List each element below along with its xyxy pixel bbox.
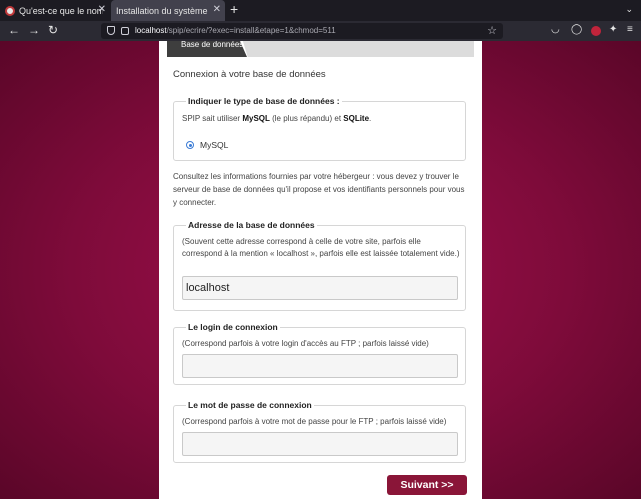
back-arrow-icon[interactable]: ←: [8, 23, 20, 38]
db-type-fieldset: Indiquer le type de base de données : SP…: [173, 96, 466, 161]
page-viewport: Base de données Connexion à votre base d…: [0, 41, 641, 499]
list-tabs-chevron-down-icon[interactable]: ⌄: [625, 4, 633, 15]
account-icon[interactable]: ◯: [571, 24, 582, 35]
navigation-toolbar: ← → ↻ localhost/spip/ecrire/?exec=instal…: [0, 21, 641, 41]
step-4: [393, 41, 474, 57]
address-input[interactable]: localhost: [182, 276, 458, 300]
tab-1[interactable]: Qu'est-ce que le nom du ✕: [0, 0, 110, 21]
password-help: (Correspond parfois à votre mot de passe…: [182, 417, 447, 426]
install-steps: Base de données: [167, 41, 474, 57]
url-bar[interactable]: localhost/spip/ecrire/?exec=install&etap…: [101, 23, 503, 39]
close-icon[interactable]: ✕: [98, 4, 106, 15]
site-favicon-icon: [5, 5, 15, 16]
address-help: (Souvent cette adresse correspond à cell…: [182, 237, 460, 258]
install-panel: Base de données Connexion à votre base d…: [159, 41, 482, 499]
login-input[interactable]: [182, 354, 458, 378]
address-fieldset: Adresse de la base de données (Souvent c…: [173, 220, 466, 311]
step-3: [317, 41, 401, 57]
password-input[interactable]: [182, 432, 458, 456]
new-tab-icon[interactable]: +: [230, 1, 238, 17]
mysql-radio-label: MySQL: [200, 140, 229, 150]
menu-icon[interactable]: ≡: [627, 24, 633, 35]
page-title: Connexion à votre base de données: [173, 69, 326, 80]
url-text[interactable]: localhost/spip/ecrire/?exec=install&etap…: [135, 26, 336, 35]
db-type-legend: Indiquer le type de base de données :: [186, 96, 342, 106]
login-help: (Correspond parfois à votre login d'accè…: [182, 339, 429, 348]
mysql-radio[interactable]: [186, 141, 194, 149]
tab-2-active[interactable]: Installation du système de p ✕: [111, 0, 225, 21]
shield-icon[interactable]: [107, 26, 115, 35]
login-legend: Le login de connexion: [186, 322, 280, 332]
host-info-text: Consultez les informations fournies par …: [173, 172, 465, 207]
tab-title: Installation du système de p: [116, 5, 208, 16]
tab-strip: Qu'est-ce que le nom du ✕ Installation d…: [0, 0, 641, 21]
step-2: [241, 41, 325, 57]
page-info-icon[interactable]: [121, 27, 129, 35]
password-legend: Le mot de passe de connexion: [186, 400, 314, 410]
extensions-icon[interactable]: ✦: [609, 24, 617, 35]
reload-icon[interactable]: ↻: [48, 23, 58, 38]
pocket-icon[interactable]: ◡: [551, 24, 560, 35]
extension-badge-icon[interactable]: [591, 26, 601, 36]
close-icon[interactable]: ✕: [213, 4, 221, 15]
forward-arrow-icon[interactable]: →: [28, 23, 40, 38]
next-button[interactable]: Suivant >>: [387, 475, 467, 495]
db-type-description: SPIP sait utiliser MySQL (le plus répand…: [182, 114, 372, 123]
db-type-mysql-option[interactable]: MySQL: [186, 140, 228, 150]
tab-title: Qu'est-ce que le nom du: [19, 5, 103, 16]
password-fieldset: Le mot de passe de connexion (Correspond…: [173, 400, 466, 463]
address-legend: Adresse de la base de données: [186, 220, 317, 230]
login-fieldset: Le login de connexion (Correspond parfoi…: [173, 322, 466, 385]
step-database: Base de données: [167, 41, 247, 57]
bookmark-star-icon[interactable]: ☆: [487, 24, 497, 37]
